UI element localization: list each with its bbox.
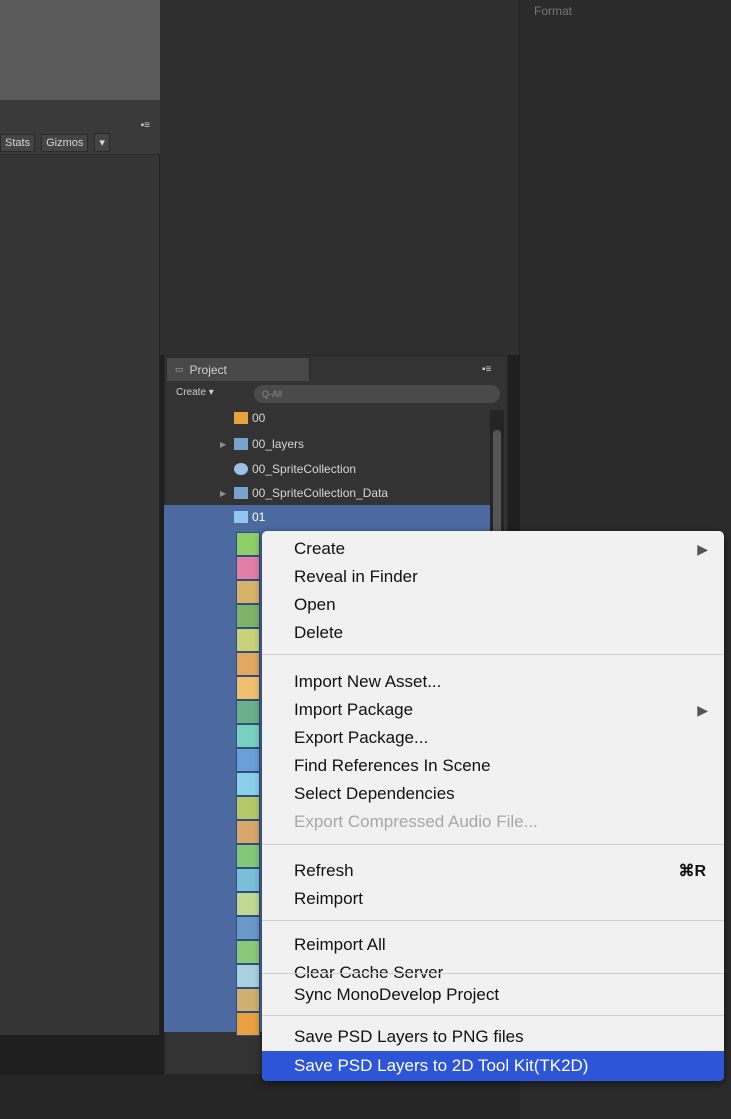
menu-item-label: Import New Asset... [294,672,442,691]
search-input[interactable]: Q-All [254,385,500,403]
image-icon [236,700,260,724]
expand-arrow-icon[interactable]: ▶ [220,489,234,498]
menu-item-select-dependencies[interactable]: Select Dependencies [262,780,724,808]
menu-item-export-compressed-audio: Export Compressed Audio File... [262,808,724,836]
menu-item-label: Reveal in Finder [294,567,418,586]
image-icon [236,772,260,796]
menu-item-label: Export Package... [294,728,429,747]
create-dropdown-button[interactable]: Create ▾ [176,387,214,398]
menu-item-export-package[interactable]: Export Package... [262,724,724,752]
prefab-icon [234,463,248,475]
list-item[interactable]: 00 [220,407,265,429]
image-icon [236,916,260,940]
menu-separator [262,654,724,655]
menu-item-reimport-all[interactable]: Reimport All [262,931,724,959]
image-icon [234,511,248,523]
expand-arrow-icon[interactable]: ▶ [220,440,234,449]
menu-item-import-package[interactable]: Import Package ▶ [262,696,724,724]
image-icon [236,892,260,916]
image-icon [236,628,260,652]
image-icon [236,1012,260,1036]
list-item-label: 00_SpriteCollection_Data [252,486,389,500]
submenu-arrow-icon: ▶ [697,701,708,718]
image-icon [236,820,260,844]
menu-item-label: Import Package [294,700,414,719]
middle-panel [160,0,520,355]
menu-item-create[interactable]: Create ▶ [262,535,724,563]
menu-separator [262,920,724,921]
menu-item-save-psd-png[interactable]: Save PSD Layers to PNG files [262,1023,724,1051]
image-icon [234,412,248,424]
image-icon [236,748,260,772]
list-item-label: 01 [252,510,266,524]
menu-item-label: Find References In Scene [294,756,491,775]
list-item-label: 00 [252,411,266,425]
format-panel-title: Format [534,4,573,18]
image-icon [236,556,260,580]
menu-separator [262,973,724,974]
folder-icon [234,438,248,450]
menu-item-label: Refresh [294,861,354,880]
folder-icon [234,487,248,499]
status-bar [0,1075,520,1119]
stats-button[interactable]: Stats [0,133,36,152]
tab-project[interactable]: ▭ Project [166,357,310,381]
menu-item-sync-monodevelop[interactable]: Sync MonoDevelop Project [262,981,724,1009]
image-icon [236,796,260,820]
scene-toolbar: Stats Gizmos ▾ [0,133,110,152]
menu-separator [262,1015,724,1016]
top-left-panel [0,0,160,100]
list-item[interactable]: 00_SpriteCollection [220,458,356,480]
menu-item-reimport[interactable]: Reimport [262,885,724,913]
project-tab-icon: ▭ [175,364,184,374]
list-item[interactable]: ▶ 00_SpriteCollection_Data [220,482,388,504]
menu-item-label: Reimport [294,889,363,908]
image-icon [236,844,260,868]
menu-item-label: Save PSD Layers to PNG files [294,1027,524,1046]
menu-item-save-psd-tk2d[interactable]: Save PSD Layers to 2D Tool Kit(TK2D) [262,1051,724,1081]
menu-item-label: Select Dependencies [294,784,455,803]
context-menu: Create ▶ Reveal in Finder Open Delete Im… [262,531,724,1081]
scene-view-header: ▪≡ Stats Gizmos ▾ [0,100,160,155]
menu-item-delete[interactable]: Delete [262,619,724,647]
menu-item-label: Delete [294,623,344,642]
chevron-down-icon: ▾ [208,387,214,398]
list-item-label: 00_SpriteCollection [252,462,357,476]
list-item-label: 00_layers [252,437,305,451]
gizmos-dropdown-icon[interactable]: ▾ [94,133,110,152]
image-icon [236,964,260,988]
image-icon [236,676,260,700]
menu-item-label: Save PSD Layers to 2D Tool Kit(TK2D) [294,1056,589,1075]
image-icon [236,652,260,676]
image-icon [236,724,260,748]
scene-view [0,155,160,1035]
menu-item-label: Sync MonoDevelop Project [294,985,500,1004]
menu-item-import-new-asset[interactable]: Import New Asset... [262,668,724,696]
menu-item-find-references[interactable]: Find References In Scene [262,752,724,780]
menu-item-label: Reimport All [294,935,386,954]
submenu-arrow-icon: ▶ [697,540,708,557]
menu-item-open[interactable]: Open [262,591,724,619]
menu-item-reveal-in-finder[interactable]: Reveal in Finder [262,563,724,591]
gizmos-button[interactable]: Gizmos [41,133,89,152]
menu-item-label: Create [294,539,346,558]
menu-item-label: Open [294,595,336,614]
list-item[interactable]: ▶ 00_layers [220,433,304,455]
image-icon [236,988,260,1012]
tab-project-label: Project [189,362,227,377]
image-icon [236,868,260,892]
create-label: Create [176,387,207,398]
search-placeholder: Q-All [262,389,282,399]
menu-separator [262,844,724,845]
menu-item-label: Export Compressed Audio File... [294,812,538,831]
panel-menu-icon[interactable]: ▪≡ [141,120,150,131]
image-icon [236,532,260,556]
shortcut-label: ⌘R [678,863,706,880]
project-menu-icon[interactable]: ▪≡ [482,364,491,375]
image-icon [236,604,260,628]
list-item-selected[interactable]: 01 [220,506,265,528]
menu-item-refresh[interactable]: Refresh ⌘R [262,857,724,885]
image-icon [236,580,260,604]
image-icon [236,940,260,964]
